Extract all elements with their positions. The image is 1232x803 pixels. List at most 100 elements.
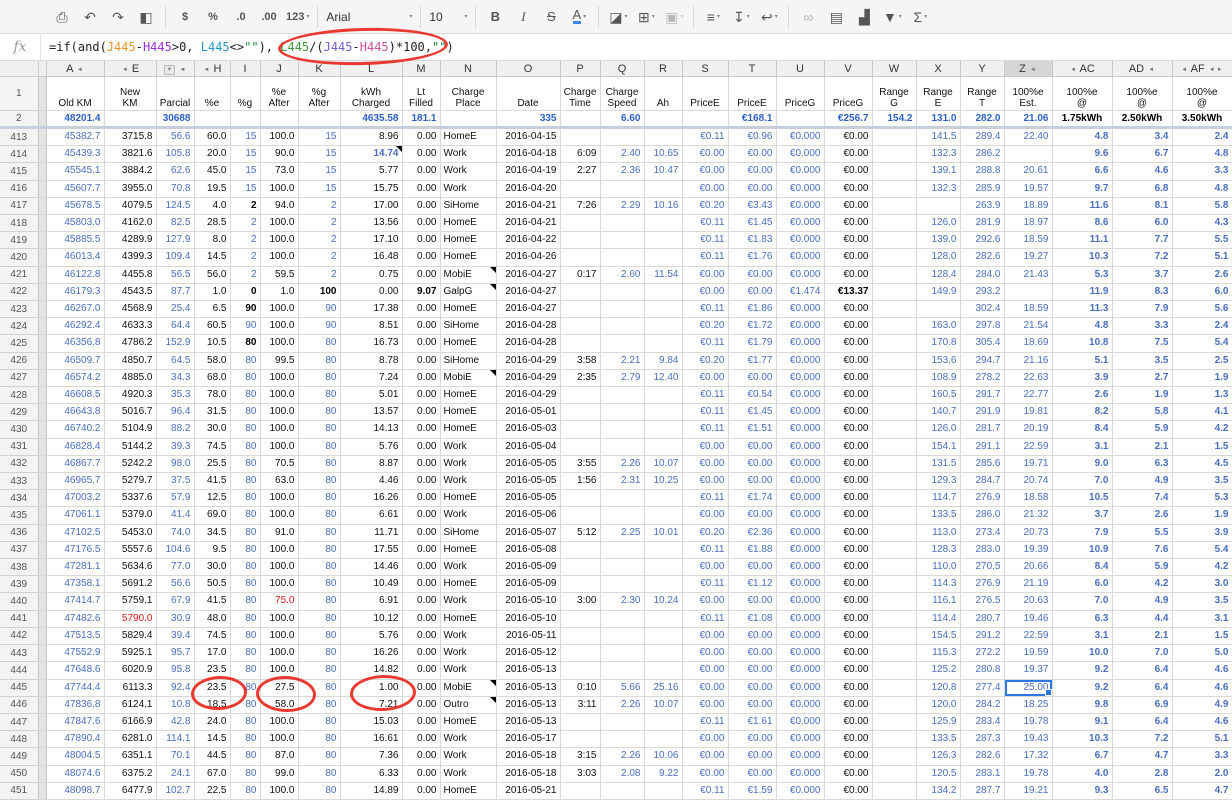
cell-AD444[interactable]: 6.4 <box>1112 662 1172 679</box>
cell-AC434[interactable]: 10.5 <box>1052 490 1112 507</box>
cell-Y438[interactable]: 270.5 <box>960 559 1004 576</box>
cell-AC444[interactable]: 9.2 <box>1052 662 1112 679</box>
cell-E419[interactable]: 4289.9 <box>104 232 156 249</box>
cell-O416[interactable]: 2016-04-20 <box>496 180 560 197</box>
cell-AC430[interactable]: 8.4 <box>1052 421 1112 438</box>
cell-P432[interactable]: 3:55 <box>560 455 600 472</box>
cell-AD431[interactable]: 2.1 <box>1112 438 1172 455</box>
cell-L443[interactable]: 16.26 <box>340 645 402 662</box>
cell-AD417[interactable]: 8.1 <box>1112 197 1172 214</box>
cell-G422[interactable]: 87.7 <box>156 283 194 300</box>
cell-T436[interactable]: €2.36 <box>728 524 776 541</box>
cell-L418[interactable]: 13.56 <box>340 215 402 232</box>
cell-V449[interactable]: €0.00 <box>824 748 872 765</box>
cell-S435[interactable]: €0.00 <box>682 507 728 524</box>
cell-Y2[interactable]: 282.0 <box>960 111 1004 128</box>
cell-S425[interactable]: €0.11 <box>682 335 728 352</box>
cell-J438[interactable]: 100.0 <box>260 559 298 576</box>
cell-A448[interactable]: 47890.4 <box>46 731 104 748</box>
cell-A424[interactable]: 46292.4 <box>46 318 104 335</box>
cell-E414[interactable]: 3821.6 <box>104 146 156 163</box>
cell-P424[interactable] <box>560 318 600 335</box>
cell-S420[interactable]: €0.11 <box>682 249 728 266</box>
cell-V450[interactable]: €0.00 <box>824 765 872 782</box>
cell-I429[interactable]: 80 <box>230 404 260 421</box>
cell-G418[interactable]: 82.5 <box>156 215 194 232</box>
cell-O440[interactable]: 2016-05-10 <box>496 593 560 610</box>
row-header-430[interactable]: 430 <box>0 421 38 438</box>
cell-K436[interactable]: 80 <box>298 524 340 541</box>
cell-V2[interactable]: €256.7 <box>824 111 872 128</box>
cell-G428[interactable]: 35.3 <box>156 387 194 404</box>
cell-W445[interactable] <box>872 679 916 696</box>
cell-M415[interactable]: 0.00 <box>402 163 440 180</box>
cell-M433[interactable]: 0.00 <box>402 473 440 490</box>
cell-A443[interactable]: 47552.9 <box>46 645 104 662</box>
hidden-columns-arrow-icon[interactable]: ◄ <box>1069 67 1077 73</box>
cell-Y442[interactable]: 291.2 <box>960 627 1004 644</box>
cell-P438[interactable] <box>560 559 600 576</box>
cell-S443[interactable]: €0.00 <box>682 645 728 662</box>
cell-Y419[interactable]: 292.6 <box>960 232 1004 249</box>
cell-X434[interactable]: 114.7 <box>916 490 960 507</box>
cell-AC414[interactable]: 9.6 <box>1052 146 1112 163</box>
cell-X444[interactable]: 125.2 <box>916 662 960 679</box>
cell-AD440[interactable]: 4.9 <box>1112 593 1172 610</box>
cell-E429[interactable]: 5016.7 <box>104 404 156 421</box>
cell-AF413[interactable]: 2.4 <box>1172 128 1232 146</box>
cell-S436[interactable]: €0.20 <box>682 524 728 541</box>
cell-W431[interactable] <box>872 438 916 455</box>
cell-J426[interactable]: 99.5 <box>260 352 298 369</box>
cell-X420[interactable]: 128.0 <box>916 249 960 266</box>
cell-G441[interactable]: 30.9 <box>156 610 194 627</box>
column-header-V[interactable]: V <box>824 61 872 77</box>
cell-G444[interactable]: 95.8 <box>156 662 194 679</box>
cell-V451[interactable]: €0.00 <box>824 782 872 799</box>
cell-T428[interactable]: €0.54 <box>728 387 776 404</box>
cell-AF438[interactable]: 4.2 <box>1172 559 1232 576</box>
cell-W438[interactable] <box>872 559 916 576</box>
cell-P449[interactable]: 3:15 <box>560 748 600 765</box>
cell-S424[interactable]: €0.20 <box>682 318 728 335</box>
cell-H429[interactable]: 31.5 <box>194 404 230 421</box>
cell-G450[interactable]: 24.1 <box>156 765 194 782</box>
cell-L417[interactable]: 17.00 <box>340 197 402 214</box>
cell-L440[interactable]: 6.91 <box>340 593 402 610</box>
cell-H434[interactable]: 12.5 <box>194 490 230 507</box>
row-header-442[interactable]: 442 <box>0 627 38 644</box>
cell-T421[interactable]: €0.00 <box>728 266 776 283</box>
cell-H427[interactable]: 68.0 <box>194 369 230 386</box>
cell-Y441[interactable]: 280.7 <box>960 610 1004 627</box>
cell-I446[interactable]: 80 <box>230 696 260 713</box>
cell-AC438[interactable]: 8.4 <box>1052 559 1112 576</box>
cell-L448[interactable]: 16.61 <box>340 731 402 748</box>
row-header-413[interactable]: 413 <box>0 128 38 146</box>
strikethrough-button[interactable]: S <box>537 5 565 29</box>
cell-M416[interactable]: 0.00 <box>402 180 440 197</box>
cell-N421[interactable]: MobiE <box>440 266 496 283</box>
cell-AF417[interactable]: 5.8 <box>1172 197 1232 214</box>
cell-P427[interactable]: 2:35 <box>560 369 600 386</box>
cell-W437[interactable] <box>872 541 916 558</box>
cell-U413[interactable]: €0.000 <box>776 128 824 146</box>
cell-Q414[interactable]: 2.40 <box>600 146 644 163</box>
cell-X414[interactable]: 132.3 <box>916 146 960 163</box>
column-header-R[interactable]: R <box>644 61 682 77</box>
cell-AF444[interactable]: 4.6 <box>1172 662 1232 679</box>
cell-Q427[interactable]: 2.79 <box>600 369 644 386</box>
cell-V421[interactable]: €0.00 <box>824 266 872 283</box>
cell-R438[interactable] <box>644 559 682 576</box>
cell-Q451[interactable] <box>600 782 644 799</box>
cell-L437[interactable]: 17.55 <box>340 541 402 558</box>
cell-R414[interactable]: 10.65 <box>644 146 682 163</box>
row-header-426[interactable]: 426 <box>0 352 38 369</box>
cell-G447[interactable]: 42.8 <box>156 713 194 730</box>
font-size-select[interactable]: 10▾ <box>426 5 470 29</box>
cell-AF443[interactable]: 5.0 <box>1172 645 1232 662</box>
cell-T443[interactable]: €0.00 <box>728 645 776 662</box>
cell-E423[interactable]: 4568.9 <box>104 301 156 318</box>
cell-P416[interactable] <box>560 180 600 197</box>
cell-AF418[interactable]: 4.3 <box>1172 215 1232 232</box>
cell-AC432[interactable]: 9.0 <box>1052 455 1112 472</box>
cell-L441[interactable]: 10.12 <box>340 610 402 627</box>
